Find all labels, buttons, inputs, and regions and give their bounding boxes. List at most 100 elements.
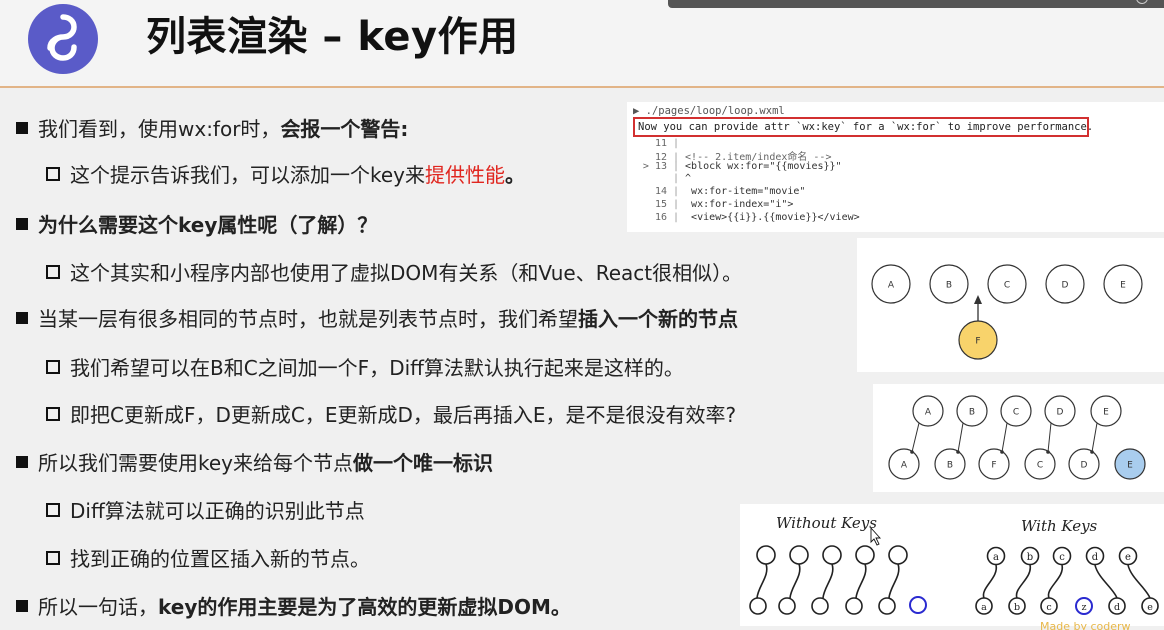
sketch-node-label: a [981,602,987,613]
diff-diagram-insert: A B C D E F [857,238,1164,372]
sketch-new-node [909,596,927,614]
sketch-node-label: a [993,552,999,563]
sketch-node-label: b [1014,602,1020,613]
square-bullet-icon [16,600,28,612]
hollow-square-bullet-icon [46,360,60,374]
sketch-node-label: d [1114,602,1120,613]
hollow-square-bullet-icon [46,503,60,517]
arrow-head [1090,450,1094,454]
node-label: C [1004,281,1010,291]
sketch-link [1015,564,1031,599]
bullet-text: key的作用主要是为了高效的更新虚拟DOM。 [158,595,571,619]
gutter-separator: | [673,161,680,172]
bullet-text: Diff算法就可以正确的识别此节点 [70,499,365,523]
bullet-text: 所以我们需要使用key来给每个节点 [38,451,354,475]
sub-bullet-point: 这个其实和小程序内部也使用了虚拟DOM有关系（和Vue、React很相似）。 [46,260,742,286]
arrow-head [910,450,914,454]
settings-icon[interactable] [1136,0,1148,4]
bullet-point: 所以一句话，key的作用主要是为了高效的更新虚拟DOM。 [16,594,571,620]
sketch-link [756,563,768,599]
sketch-node-label: c [1046,602,1051,613]
bullet-text: 即把C更新成F，D更新成C，E更新成D，最后再插入E，是不是很没有效率? [70,403,737,427]
sketch-link [1094,564,1118,599]
sketch-link [982,564,997,599]
bullet-point: 为什么需要这个key属性呢（了解）？ [16,212,377,238]
sketch-node [778,597,796,615]
node-label: E [1127,461,1133,471]
code-text: <block wx:for="{{movies}}" [685,161,842,172]
bullet-text: 为什么需要这个key属性呢（了解）？ [38,213,378,237]
sub-bullet-point: 这个提示告诉我们，可以添加一个key来提供性能。 [46,162,525,188]
sketch-node-label: b [1027,552,1033,563]
node-label: D [1057,408,1064,418]
code-line: 14 | wx:for-item="movie" [627,186,806,197]
arrow-head [1046,450,1050,454]
bullet-point: 当某一层有很多相同的节点时，也就是列表节点时，我们希望插入一个新的节点 [16,306,738,332]
line-number: > 13 [642,161,667,172]
node-label: A [925,408,932,418]
node-label: F [975,337,980,347]
watermark: Made by coderw [1040,620,1131,630]
bullet-text: 提供性能 [425,163,506,187]
player-toolbar[interactable] [668,0,1164,8]
sketch-link [789,563,801,599]
sub-bullet-point: 找到正确的位置区插入新的节点。 [46,546,370,572]
sketch-node-label: z [1081,602,1086,613]
diff-diagram-update: A B C D E A B F C D E [873,384,1164,492]
update-arrow [957,422,964,453]
line-number: 14 [654,186,667,197]
mini-program-icon [28,4,98,74]
sketch-node-label: e [1147,602,1153,613]
update-arrow [911,422,920,453]
line-number: 16 [654,212,667,223]
node-label: E [1103,408,1109,418]
sketch-node [822,545,842,565]
bullet-text: 插入一个新的节点 [578,307,738,331]
sketch-node [855,545,875,565]
sketch-link [1127,564,1151,599]
bullet-text: 找到正确的位置区插入新的节点。 [70,547,370,571]
square-bullet-icon [16,456,28,468]
update-arrow [1001,422,1008,453]
bullet-point: 所以我们需要使用key来给每个节点做一个唯一标识 [16,450,493,476]
line-number: 15 [654,199,667,210]
square-bullet-icon [16,312,28,324]
node-label: E [1120,281,1126,291]
sketch-node [878,597,896,615]
gutter-separator: | [673,173,680,184]
bullet-point: 我们看到，使用wx:for时，会报一个警告: [16,116,408,142]
sketch-node [811,597,829,615]
bullet-text: 我们希望可以在B和C之间加一个F，Diff算法默认执行起来是这样的。 [70,356,684,380]
keys-comparison-sketch: Without Keys With Keys a b c d e a b c z d e [740,504,1164,626]
sketch-node-label: c [1059,552,1065,563]
sketch-node-label: d [1092,552,1099,563]
node-label: B [946,281,952,291]
node-label: C [1037,461,1043,471]
bullet-text: 会报一个警告: [280,117,409,141]
code-line: 15 | wx:for-index="i"> [627,199,793,210]
update-arrow [1047,422,1052,453]
code-text: <view>{{i}}.{{movie}}</view> [685,212,860,223]
sub-bullet-point: 我们希望可以在B和C之间加一个F，Diff算法默认执行起来是这样的。 [46,355,684,381]
square-bullet-icon [16,122,28,134]
node-label: B [969,408,975,418]
bullet-text: 所以一句话， [38,595,158,619]
code-line: > 13 | <block wx:for="{{movies}}" [627,161,842,172]
sketch-link [1047,564,1063,599]
code-line: 16 | <view>{{i}}.{{movie}}</view> [627,212,860,223]
hollow-square-bullet-icon [46,407,60,421]
arrow-head [956,450,960,454]
sketch-node [749,597,767,615]
hollow-square-bullet-icon [46,167,60,181]
node-label: A [888,281,895,291]
bullet-text: 做一个唯一标识 [353,451,494,475]
without-keys-label: Without Keys [776,514,877,532]
node-label: D [1062,281,1069,291]
node-label: A [901,461,908,471]
console-warning-panel: ▶ ./pages/loop/loop.wxml Now you can pro… [627,102,1164,232]
code-text: ^ [685,173,692,184]
code-text: wx:for-index="i"> [685,199,794,210]
warning-message: Now you can provide attr `wx:key` for a … [633,117,1093,137]
slide-header: 列表渲染 – key作用 [0,0,1164,88]
bullet-text: 这个提示告诉我们，可以添加一个key来 [70,163,426,187]
